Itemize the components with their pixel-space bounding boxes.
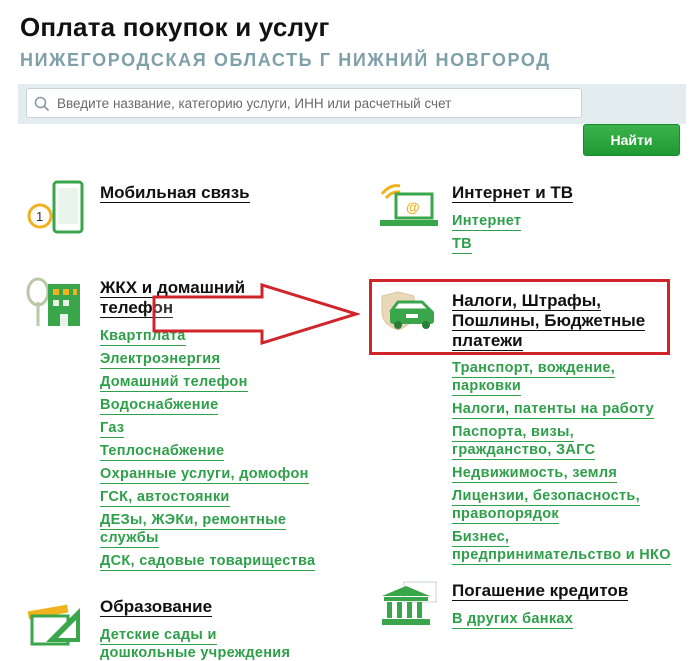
link-heating[interactable]: Теплоснабжение [100,443,225,461]
link-gas[interactable]: Газ [100,420,125,438]
link-licenses-line2: правопорядок [452,506,559,524]
category-mobile-text: Мобильная связь [100,182,250,203]
category-education-text: Образование [100,596,213,617]
link-deza-line2: службы [100,530,159,548]
link-electricity[interactable]: Электроэнергия [100,351,221,369]
link-business[interactable]: Бизнес, предпринимательство и НКО [452,529,671,565]
ruler-triangle-icon [27,604,80,646]
highlight-box [369,279,670,355]
region-selector[interactable]: НИЖЕГОРОДСКАЯ ОБЛАСТЬ Г НИЖНИЙ НОВГОРОД [20,50,551,71]
internet-links: Интернет ТВ [452,213,522,259]
credits-links: В других банках [452,611,574,634]
mobile-phone-icon: 1 [27,180,84,234]
link-kindergartens-line2: дошкольные учреждения [100,645,291,661]
link-dsk[interactable]: ДСК, садовые товарищества [100,553,316,571]
zhkh-links: Квартплата Электроэнергия Домашний телеф… [100,328,316,576]
link-home-phone[interactable]: Домашний телефон [100,374,248,392]
link-internet[interactable]: Интернет [452,213,522,231]
search-bar [18,84,686,124]
link-kindergartens[interactable]: Детские сады и дошкольные учреждения [100,627,290,661]
link-transport-line2: парковки [452,378,522,396]
link-transport-line1: Транспорт, вождение, [452,360,616,378]
link-tv[interactable]: ТВ [452,236,472,254]
link-transport[interactable]: Транспорт, вождение, парковки [452,360,671,396]
taxes-links: Транспорт, вождение, парковки Налоги, па… [452,360,671,570]
link-deza[interactable]: ДЕЗы, ЖЭКи, ремонтные службы [100,512,315,548]
credits-title[interactable]: Погашение кредитов [452,581,629,601]
link-deza-line1: ДЕЗы, ЖЭКи, ремонтные [100,512,287,530]
page-title: Оплата покупок и услуг [20,12,330,42]
category-credits-text: Погашение кредитов [452,580,629,601]
category-internet-text: Интернет и ТВ [452,182,574,203]
link-garages[interactable]: ГСК, автостоянки [100,489,230,507]
search-icon [34,96,50,112]
education-title[interactable]: Образование [100,597,213,617]
link-kindergartens-line1: Детские сады и [100,627,217,645]
link-licenses[interactable]: Лицензии, безопасность, правопорядок [452,488,671,524]
find-button[interactable]: Найти [583,124,680,156]
building-icon [26,277,80,326]
svg-text:1: 1 [36,209,43,224]
link-water[interactable]: Водоснабжение [100,397,219,415]
link-passports-line1: Паспорта, визы, [452,424,575,442]
link-business-line1: Бизнес, [452,529,510,547]
search-field[interactable] [26,88,582,118]
link-business-line2: предпринимательство и НКО [452,547,671,565]
annotation-arrow [152,283,360,345]
education-links: Детские сады и дошкольные учреждения [100,627,290,661]
svg-text:@: @ [406,199,420,215]
search-input[interactable] [57,89,577,117]
link-licenses-line1: Лицензии, безопасность, [452,488,640,506]
link-passports-line2: гражданство, ЗАГС [452,442,596,460]
link-other-banks[interactable]: В других банках [452,611,574,629]
link-passports[interactable]: Паспорта, визы, гражданство, ЗАГС [452,424,671,460]
mobile-title[interactable]: Мобильная связь [100,183,250,203]
link-taxes-patents[interactable]: Налоги, патенты на работу [452,401,654,419]
link-real-estate[interactable]: Недвижимость, земля [452,465,618,483]
bank-icon [382,581,437,625]
internet-title[interactable]: Интернет и ТВ [452,183,574,203]
laptop-icon: @ [380,184,438,226]
link-security[interactable]: Охранные услуги, домофон [100,466,309,484]
